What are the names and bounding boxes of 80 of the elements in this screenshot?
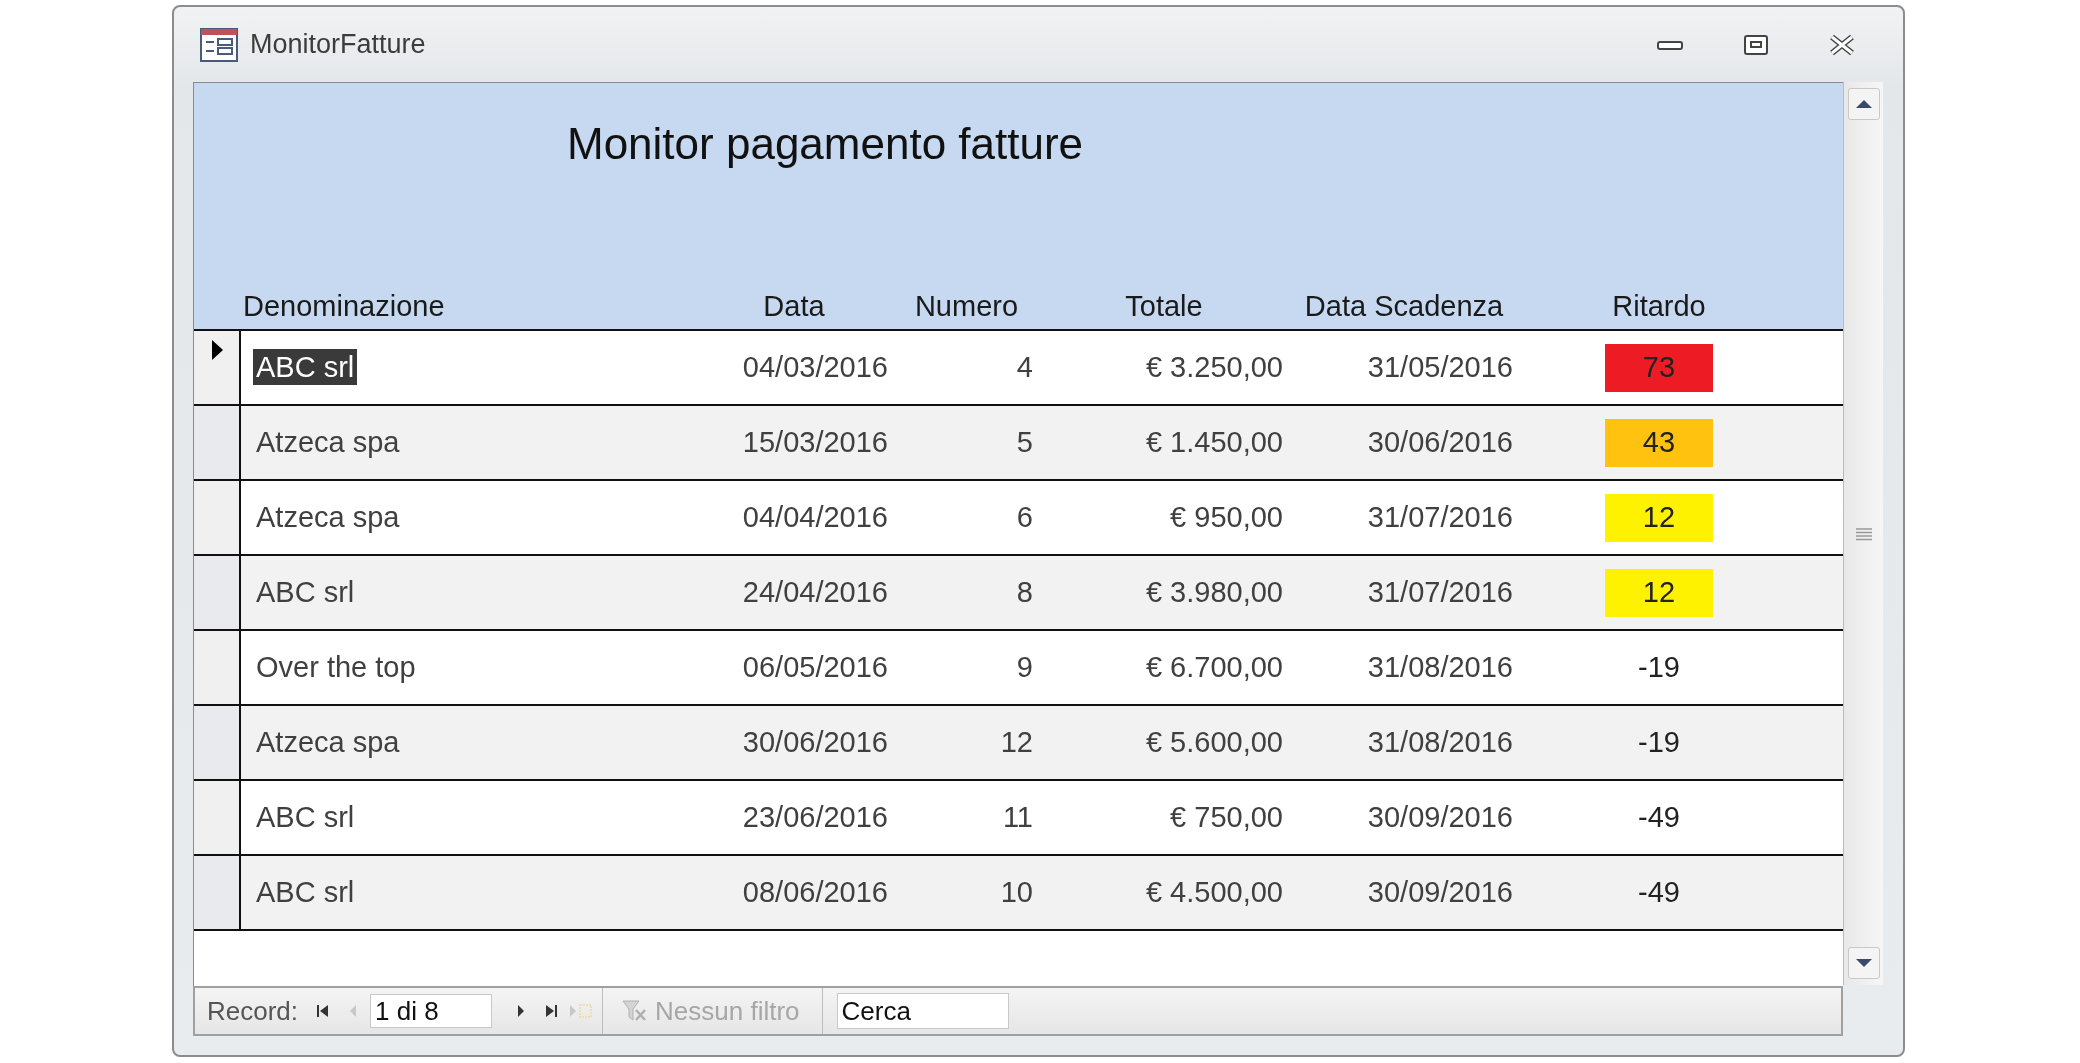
table-cell-text: 31/05/2016 [1366, 351, 1514, 384]
form-icon [200, 27, 238, 62]
table-cell-text: 08/06/2016 [741, 876, 889, 909]
table-cell-text: 6 [1015, 501, 1034, 534]
table-cell-text: € 3.980,00 [1144, 576, 1284, 609]
table-cell-text: 24/04/2016 [741, 576, 889, 609]
record-selector[interactable] [194, 781, 241, 854]
table-cell-text: 31/07/2016 [1366, 501, 1514, 534]
table-cell-text: -49 [1637, 800, 1681, 835]
scroll-up-button[interactable] [1847, 88, 1880, 120]
delay-badge: 43 [1605, 418, 1713, 467]
current-record-icon [209, 339, 224, 361]
table-cell[interactable]: Atzeca spa [253, 724, 403, 760]
record-selector[interactable] [194, 706, 241, 779]
table-cell-text: -19 [1637, 725, 1681, 760]
record-label: Record: [206, 995, 300, 1027]
delay-badge: 12 [1605, 493, 1713, 542]
record-selector[interactable] [194, 406, 241, 479]
column-header: Numero [913, 290, 1020, 323]
search-field[interactable]: Cerca [836, 993, 1009, 1029]
column-header: Data [762, 290, 826, 323]
record-selector[interactable] [194, 856, 241, 929]
table-cell[interactable]: Over the top [253, 649, 419, 685]
table-cell-text: € 1.450,00 [1144, 426, 1284, 459]
up-arrow-icon [1854, 99, 1873, 109]
table-cell-text: 12 [999, 726, 1034, 759]
table-cell-text: 31/07/2016 [1366, 576, 1514, 609]
table-cell-text: € 3.250,00 [1144, 351, 1284, 384]
table-cell[interactable]: ABC srl [253, 874, 358, 910]
restore-icon [1743, 33, 1769, 56]
table-cell-text: 4 [1015, 351, 1034, 384]
table-cell-text: 04/04/2016 [741, 501, 889, 534]
table-cell-text: 30/06/2016 [1366, 426, 1514, 459]
table-cell-text: 06/05/2016 [741, 651, 889, 684]
table-cell-text: -49 [1637, 875, 1681, 910]
table-cell-text: 23/06/2016 [741, 801, 889, 834]
column-header: Denominazione [242, 290, 446, 323]
window-title: MonitorFatture [250, 29, 427, 60]
table-cell-text: 8 [1015, 576, 1034, 609]
scroll-grip-icon [1854, 526, 1873, 541]
table-cell-text: 30/09/2016 [1366, 801, 1514, 834]
down-arrow-icon [1854, 958, 1873, 968]
scroll-down-button[interactable] [1847, 947, 1880, 979]
form-heading: Monitor pagamento fatture [567, 119, 1085, 169]
delay-badge: 12 [1605, 568, 1713, 617]
table-cell-text: 31/08/2016 [1366, 726, 1514, 759]
table-cell-text: 5 [1015, 426, 1034, 459]
record-position-field[interactable]: 1 di 8 [370, 994, 493, 1028]
table-cell[interactable]: ABC srl [253, 799, 358, 835]
table-cell-text: 04/03/2016 [741, 351, 889, 384]
delay-badge: 73 [1605, 343, 1713, 392]
table-cell-text: € 5.600,00 [1144, 726, 1284, 759]
table-cell-text: € 950,00 [1169, 501, 1284, 534]
last-record-icon [543, 1002, 560, 1020]
column-header: Totale [1124, 290, 1204, 323]
column-header: Data Scadenza [1303, 290, 1505, 323]
minimize-icon [1656, 38, 1684, 51]
table-cell[interactable]: ABC srl [253, 574, 358, 610]
new-record-icon [568, 1002, 595, 1020]
column-header: Ritardo [1611, 290, 1707, 323]
table-cell[interactable]: ABC srl [253, 349, 358, 385]
record-selector[interactable] [194, 481, 241, 554]
table-cell[interactable]: Atzeca spa [253, 499, 403, 535]
vertical-scrollbar[interactable] [1843, 82, 1883, 985]
table-cell-text: 30/09/2016 [1366, 876, 1514, 909]
table-cell-text: 9 [1015, 651, 1034, 684]
table-cell-text: 10 [999, 876, 1034, 909]
table-cell[interactable]: Atzeca spa [253, 424, 403, 460]
table-cell-text: 31/08/2016 [1366, 651, 1514, 684]
record-selector[interactable] [194, 331, 241, 404]
close-icon [1828, 33, 1856, 56]
table-cell-text: € 750,00 [1169, 801, 1284, 834]
table-cell-text: € 4.500,00 [1144, 876, 1284, 909]
table-cell-text: 30/06/2016 [741, 726, 889, 759]
table-cell-text: -19 [1637, 650, 1681, 685]
record-selector[interactable] [194, 631, 241, 704]
table-cell-text: € 6.700,00 [1144, 651, 1284, 684]
table-cell-text: 11 [1001, 801, 1034, 834]
record-selector[interactable] [194, 556, 241, 629]
table-cell-text: 15/03/2016 [741, 426, 889, 459]
